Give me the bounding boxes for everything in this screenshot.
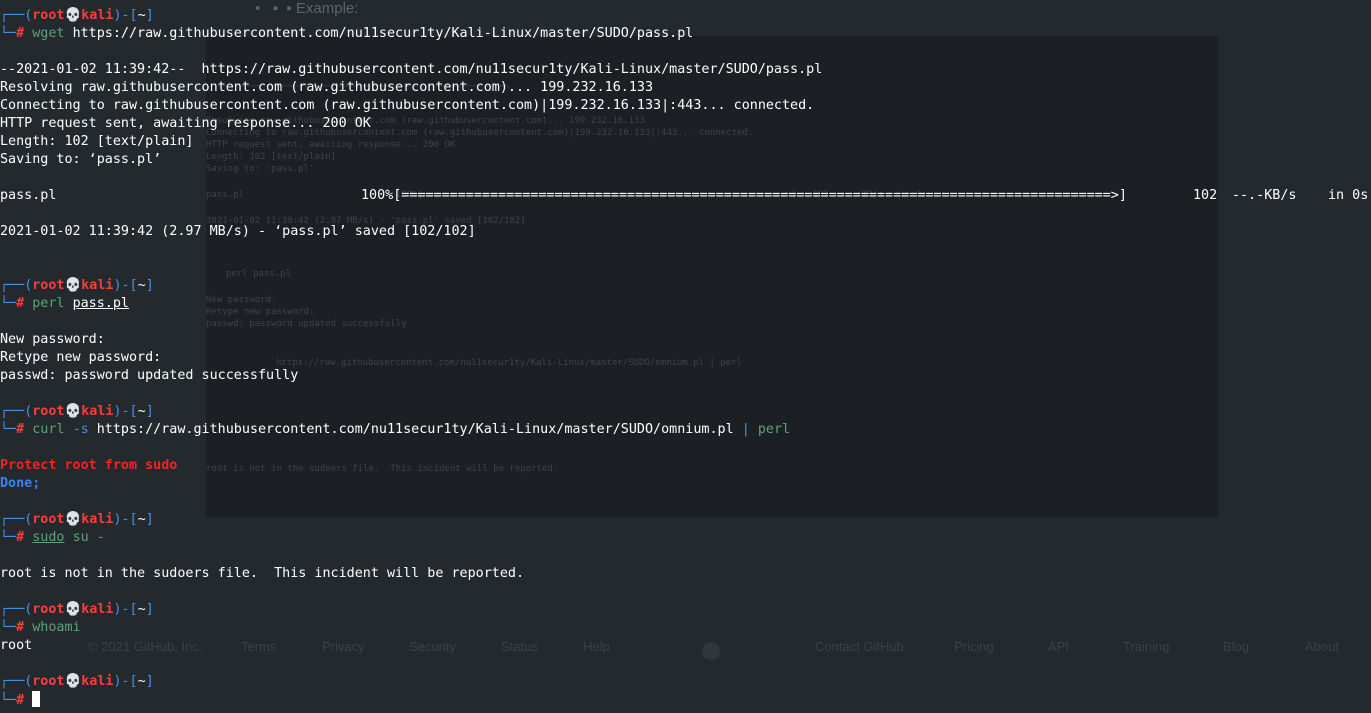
prompt-line: ┌──(root💀kali)-[~] — [0, 278, 154, 293]
prompt-line: ┌──(root💀kali)-[~] — [0, 512, 154, 527]
skull-icon: 💀 — [64, 674, 82, 689]
output-line: Connecting to raw.githubusercontent.com … — [0, 98, 815, 113]
error-line: Protect root from sudo — [0, 458, 178, 473]
output-line: --2021-01-02 11:39:42-- https://raw.gith… — [0, 62, 823, 77]
output-line: New password: — [0, 332, 105, 347]
output-line: root is not in the sudoers file. This in… — [0, 566, 525, 581]
command-line-sudo: └─# sudo su - — [0, 530, 105, 545]
skull-icon: 💀 — [64, 602, 82, 617]
command-line-perl: └─# perl pass.pl — [0, 296, 129, 311]
progress-bar: 100%[===================================… — [361, 188, 1127, 203]
progress-time: in 0s — [1328, 188, 1369, 203]
progress-filename: pass.pl — [0, 188, 57, 203]
output-line: passwd: password updated successfully — [0, 368, 299, 383]
prompt-line: ┌──(root💀kali)-[~] — [0, 674, 154, 689]
done-line: Done; — [0, 476, 41, 491]
output-line: HTTP request sent, awaiting response... … — [0, 116, 371, 131]
prompt-line: ┌──(root💀kali)-[~] — [0, 404, 154, 419]
command-line-whoami: └─# whoami — [0, 620, 81, 635]
text-cursor[interactable] — [32, 691, 41, 707]
skull-icon: 💀 — [64, 512, 82, 527]
prompt-line: ┌──(root💀kali)-[~] — [0, 602, 154, 617]
progress-rate: --.-KB/s — [1232, 188, 1297, 203]
progress-size: 102 — [1193, 188, 1218, 203]
skull-icon: 💀 — [64, 278, 82, 293]
output-line: Resolving raw.githubusercontent.com (raw… — [0, 80, 654, 95]
command-line-wget: └─# wget https://raw.githubusercontent.c… — [0, 26, 694, 41]
output-line: Saving to: ‘pass.pl’ — [0, 152, 162, 167]
output-line: root — [0, 638, 33, 653]
command-input-line[interactable]: └─# — [0, 691, 1371, 709]
output-line: Retype new password: — [0, 350, 162, 365]
wget-progress-line: pass.pl 100%[===========================… — [0, 187, 1371, 205]
terminal-output[interactable]: ┌──(root💀kali)-[~] └─# wget https://raw.… — [0, 7, 1371, 709]
skull-icon: 💀 — [64, 404, 82, 419]
skull-icon: 💀 — [64, 8, 82, 23]
output-line: Length: 102 [text/plain] — [0, 134, 194, 149]
output-line: 2021-01-02 11:39:42 (2.97 MB/s) - ‘pass.… — [0, 224, 476, 239]
command-line-curl: └─# curl -s https://raw.githubuserconten… — [0, 422, 791, 437]
prompt-line: ┌──(root💀kali)-[~] — [0, 8, 154, 23]
